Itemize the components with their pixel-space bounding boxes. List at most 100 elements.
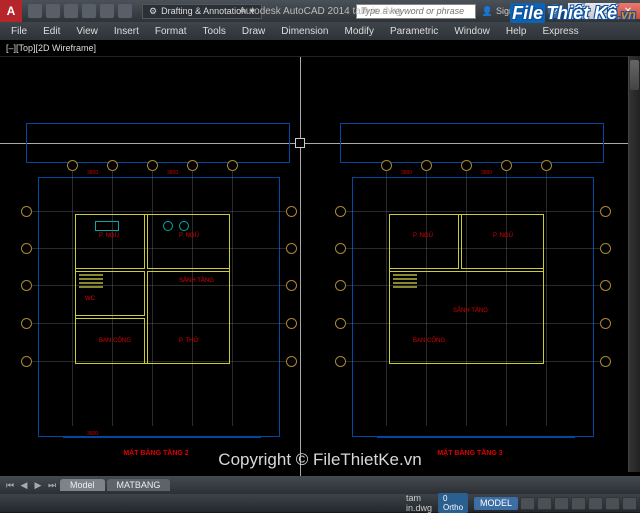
close-button[interactable]: ✕ xyxy=(616,3,640,19)
open-icon[interactable] xyxy=(46,4,60,18)
crosshair-pickbox xyxy=(295,138,305,148)
room-label: BAN CÔNG xyxy=(413,338,445,344)
dimension: 3600 xyxy=(401,170,412,176)
grid-bubble xyxy=(286,318,297,329)
menu-format[interactable]: Format xyxy=(148,25,194,38)
menu-tools[interactable]: Tools xyxy=(196,25,233,38)
menu-edit[interactable]: Edit xyxy=(36,25,67,38)
room-label: P. NGỦ xyxy=(179,233,199,239)
menu-help[interactable]: Help xyxy=(499,25,534,38)
new-icon[interactable] xyxy=(28,4,42,18)
stair xyxy=(79,282,103,284)
status-otrack-icon[interactable] xyxy=(605,497,620,510)
drawing-canvas[interactable]: P. NGỦ P. NGỦ WC SẢNH TẦNG BAN CÔNG P. T… xyxy=(0,56,640,486)
minimize-button[interactable]: — xyxy=(568,3,592,19)
tab-prev-icon[interactable]: ◀ xyxy=(18,479,30,491)
title-bar: A ⚙ Drafting & Annotation ▾ Autodesk Aut… xyxy=(0,0,640,22)
titleblock-top xyxy=(340,123,604,163)
gridline xyxy=(31,211,287,212)
room-outline xyxy=(147,271,230,364)
floor-plan-left: P. NGỦ P. NGỦ WC SẢNH TẦNG BAN CÔNG P. T… xyxy=(26,117,286,447)
help-icon[interactable]: ? xyxy=(548,4,562,18)
plan-title: MẶT BẰNG TẦNG 2 xyxy=(123,450,188,457)
stair xyxy=(79,286,103,288)
menu-dimension[interactable]: Dimension xyxy=(274,25,335,38)
gridline xyxy=(546,170,547,426)
furniture xyxy=(179,221,189,231)
redo-icon[interactable] xyxy=(100,4,114,18)
room-outline xyxy=(461,214,544,269)
quick-access-toolbar xyxy=(28,4,132,18)
grid-bubble xyxy=(286,206,297,217)
window-controls: — ❐ ✕ xyxy=(568,3,640,19)
title-underline xyxy=(377,437,575,438)
vertical-scrollbar[interactable] xyxy=(628,56,640,472)
menu-draw[interactable]: Draw xyxy=(235,25,272,38)
print-icon[interactable] xyxy=(118,4,132,18)
dimension: 3600 xyxy=(481,170,492,176)
menu-file[interactable]: File xyxy=(4,25,34,38)
window-title: Autodesk AutoCAD 2014 tam in.dwg xyxy=(239,6,401,17)
room-label: P. NGỦ xyxy=(493,233,513,239)
undo-icon[interactable] xyxy=(82,4,96,18)
tab-next-icon[interactable]: ▶ xyxy=(32,479,44,491)
status-osnap-icon[interactable] xyxy=(588,497,603,510)
grid-bubble xyxy=(600,318,611,329)
workspace-label: Drafting & Annotation xyxy=(161,6,246,16)
gridline xyxy=(232,170,233,426)
plan-frame: P. NGỦ P. NGỦ SẢNH TẦNG BAN CÔNG 3600 36… xyxy=(352,177,594,437)
gridline xyxy=(345,211,601,212)
dimension: 3600 xyxy=(167,170,178,176)
gridline xyxy=(386,170,387,426)
room-label: SẢNH TẦNG xyxy=(179,278,214,284)
sign-in-label: Sign In xyxy=(496,6,524,16)
status-snap-icon[interactable] xyxy=(537,497,552,510)
gridline xyxy=(72,170,73,426)
status-ortho-icon[interactable] xyxy=(554,497,569,510)
maximize-button[interactable]: ❐ xyxy=(592,3,616,19)
room-label: P. NGỦ xyxy=(99,233,119,239)
plan-frame: P. NGỦ P. NGỦ WC SẢNH TẦNG BAN CÔNG P. T… xyxy=(38,177,280,437)
tab-model[interactable]: Model xyxy=(60,479,105,491)
viewport-controls-row: [–][Top][2D Wireframe] xyxy=(0,40,640,56)
scrollbar-thumb[interactable] xyxy=(630,60,639,90)
menu-view[interactable]: View xyxy=(69,25,105,38)
status-ortho[interactable]: 0 Ortho xyxy=(438,493,468,513)
menu-modify[interactable]: Modify xyxy=(338,25,381,38)
status-model-badge[interactable]: MODEL xyxy=(474,497,518,510)
room-outline xyxy=(389,214,459,269)
viewport-label[interactable]: [–][Top][2D Wireframe] xyxy=(6,43,96,53)
save-icon[interactable] xyxy=(64,4,78,18)
menu-express[interactable]: Express xyxy=(535,25,585,38)
status-filename: tam in.dwg xyxy=(406,493,432,513)
room-label: BAN CÔNG xyxy=(99,338,131,344)
status-bar: tam in.dwg 0 Ortho MODEL xyxy=(0,494,640,512)
grid-bubble xyxy=(286,280,297,291)
grid-bubble xyxy=(286,356,297,367)
status-polar-icon[interactable] xyxy=(571,497,586,510)
menu-window[interactable]: Window xyxy=(447,25,497,38)
menu-insert[interactable]: Insert xyxy=(107,25,146,38)
grid-bubble xyxy=(600,280,611,291)
stair xyxy=(79,274,103,276)
sign-in-button[interactable]: 👤 Sign In xyxy=(482,6,524,17)
status-grid-icon[interactable] xyxy=(520,497,535,510)
stair xyxy=(79,278,103,280)
exchange-icon[interactable] xyxy=(530,4,544,18)
grid-bubble xyxy=(600,243,611,254)
tab-first-icon[interactable]: ⏮ xyxy=(4,479,16,491)
status-dyn-icon[interactable] xyxy=(622,497,637,510)
app-logo[interactable]: A xyxy=(0,0,22,22)
gear-icon: ⚙ xyxy=(149,6,157,17)
tab-last-icon[interactable]: ⏭ xyxy=(46,479,58,491)
tab-matbang[interactable]: MATBANG xyxy=(107,479,171,491)
floor-plan-right: P. NGỦ P. NGỦ SẢNH TẦNG BAN CÔNG 3600 36… xyxy=(340,117,600,447)
furniture xyxy=(163,221,173,231)
menu-parametric[interactable]: Parametric xyxy=(383,25,445,38)
plan-title: MẶT BẰNG TẦNG 3 xyxy=(437,450,502,457)
menu-bar: File Edit View Insert Format Tools Draw … xyxy=(0,22,640,40)
status-left: tam in.dwg 0 Ortho xyxy=(0,493,474,513)
user-icon: 👤 xyxy=(482,6,493,17)
room-outline xyxy=(389,271,544,364)
titleblock-top xyxy=(26,123,290,163)
